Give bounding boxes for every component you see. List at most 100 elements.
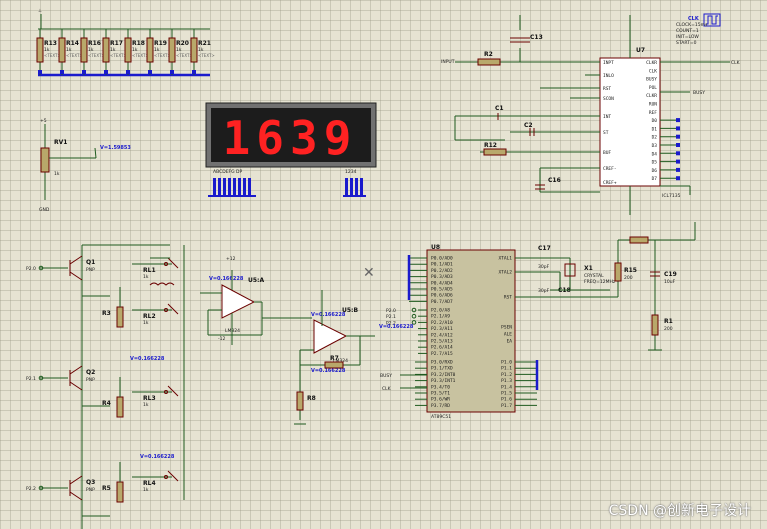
seg-pin: [233, 178, 236, 196]
u7-pin-label: BUF: [603, 150, 611, 156]
oscillator[interactable]: C17 C18 X1 CRYSTAL FREQ=12MHz 30pF 30pF: [515, 245, 616, 294]
clock-generator[interactable]: CLK CLOCK=15ms COUNT=1 INIT=LOW START=0: [676, 13, 721, 46]
u8-pin-label: XTAL1: [498, 256, 512, 262]
gnd-label: GND: [39, 207, 50, 213]
resistor-r17[interactable]: [102, 37, 110, 63]
u8-part: AT89C51: [431, 414, 451, 420]
u8-pin-label: P0.0/AD0: [431, 256, 453, 262]
u8-pin-label: P1.7: [501, 403, 512, 409]
text-tag: <TEXT>: [110, 53, 127, 58]
svg-text:C2: C2: [524, 122, 533, 129]
digit-pin: [350, 178, 353, 196]
seg-pin-labels: ABCDEFG DP: [213, 169, 243, 175]
svg-text:+12: +12: [226, 256, 236, 262]
u7-pin-label: INLO: [603, 73, 614, 79]
schematic-canvas[interactable]: R13 1k <TEXT> R14 1k <TEXT> R16 1k <TEXT> R17 1k <T…: [0, 0, 767, 529]
u8-pin-label: P1.2: [501, 372, 512, 378]
busy-in-label: BUSY: [380, 373, 392, 379]
opamp-u5a[interactable]: U5:A LM324 +12 -12 V=0.166228: [200, 256, 264, 345]
text-tag: <TEXT>: [198, 53, 215, 58]
u7-pin-label: D6: [652, 168, 658, 174]
probe-label: V=0.166228: [140, 454, 175, 460]
resistor-label: R17: [110, 40, 123, 47]
bus-node: [38, 70, 42, 74]
svg-text:R1: R1: [664, 318, 673, 325]
u8-pin-label: P2.3/A11: [431, 326, 453, 332]
u8-pin-label: EA: [507, 339, 513, 345]
text-tag: <TEXT>: [88, 53, 105, 58]
resistor-r14[interactable]: [58, 37, 66, 63]
u7-pin-label: ST: [603, 130, 609, 136]
u7-pin-label: D1: [652, 126, 658, 132]
pin-node: [676, 143, 680, 147]
display-digits: 1639: [223, 111, 358, 165]
resistor-r19[interactable]: [146, 37, 154, 63]
svg-text:200: 200: [624, 275, 633, 281]
u8-pin-label: P2.6/A14: [431, 345, 453, 351]
u8-pin-label: ALE: [504, 332, 512, 338]
pin-node: [676, 118, 680, 123]
resistor-label: R14: [66, 40, 79, 47]
relay-label: RL2: [143, 313, 156, 320]
u7-part: ICL7135: [662, 193, 681, 199]
svg-text:CLOCK=15ms: CLOCK=15ms: [676, 22, 708, 28]
u7-pin-label: SCON: [603, 96, 614, 102]
svg-text:-12: -12: [218, 336, 225, 342]
ic-u8[interactable]: U8 P0.0/AD0P0.1/AD1P0.2/AD2P0.3/AD3P0.4/…: [409, 244, 537, 420]
pin-node: [676, 176, 680, 181]
u7-label: U7: [636, 47, 645, 54]
ic-u7[interactable]: U7 INPT INLO RST SCON INT ST BUF CREF- CREF+ CLK…: [599, 47, 681, 199]
reset-circuit[interactable]: R15 200 C19 10uF R1 200: [515, 222, 696, 351]
watermark: CSDN @创新电子设计: [608, 503, 751, 519]
resistor-label: R13: [44, 40, 57, 47]
text-tag: <TEXT>: [154, 53, 171, 58]
resistor-r13[interactable]: [36, 37, 44, 63]
svg-text:INIT=LOW: INIT=LOW: [676, 34, 699, 40]
u8-pin-label: RST: [504, 295, 512, 301]
bus-node: [60, 70, 64, 74]
u8-pin-label: P2.1/A9: [431, 314, 450, 320]
u8-pin-label: P3.0/RXD: [431, 360, 453, 366]
transistor-input: P2.2: [26, 486, 36, 492]
seg-pin: [218, 178, 221, 196]
transistor-label: Q2: [86, 369, 95, 376]
u7-pin-label: INPT: [603, 60, 614, 66]
svg-text:START=0: START=0: [676, 40, 697, 46]
u7-pin-label: RUN: [649, 102, 657, 108]
resistor-label: R19: [154, 40, 167, 47]
cursor-cross-icon: ✕: [363, 265, 375, 281]
u8-pin-label: P3.5/T1: [431, 391, 450, 397]
resistor-r18[interactable]: [124, 37, 132, 63]
svg-text:LM324: LM324: [225, 328, 240, 334]
svg-text:R8: R8: [307, 395, 316, 402]
relay-label: RL3: [143, 395, 156, 402]
resistor-label: R16: [88, 40, 101, 47]
bus-in-label: P2.1: [386, 314, 396, 320]
u7-pin-label: CLKR: [646, 60, 657, 66]
resistor-r16[interactable]: [80, 37, 88, 63]
u8-pin-label: P2.0/A8: [431, 308, 450, 314]
transistor-label: Q1: [86, 259, 95, 266]
bus-node: [170, 70, 174, 74]
resistor-r20[interactable]: [168, 37, 176, 63]
u8-pin-label: P3.7/RD: [431, 403, 450, 409]
seg-pin: [238, 178, 241, 196]
relay-value: 1k: [143, 274, 149, 280]
seven-seg-display[interactable]: 1639 ABCDEFG DP 1234: [205, 102, 377, 197]
transistor-label: Q3: [86, 479, 95, 486]
u7-pin-label: D4: [652, 151, 658, 157]
u7-pin-label: CLK: [649, 68, 657, 74]
pin-node: [676, 126, 680, 131]
u8-pin-label: P2.5/A13: [431, 339, 453, 345]
u8-pin-label: P0.3/AD3: [431, 274, 453, 280]
svg-text:C1: C1: [495, 105, 504, 112]
potentiometer-rv1[interactable]: RV1 1k V=1.59853 +5 GND: [39, 118, 131, 213]
resistor-r21[interactable]: [190, 37, 198, 63]
svg-text:30pF: 30pF: [538, 264, 550, 270]
seg-pin: [223, 178, 226, 196]
svg-text:U5:A: U5:A: [248, 277, 264, 284]
rv1-value: 1k: [54, 171, 60, 177]
bus-node: [148, 70, 152, 74]
u8-pin-label: P0.7/AD7: [431, 299, 453, 305]
u8-pin-label: P3.1/TXD: [431, 366, 453, 372]
